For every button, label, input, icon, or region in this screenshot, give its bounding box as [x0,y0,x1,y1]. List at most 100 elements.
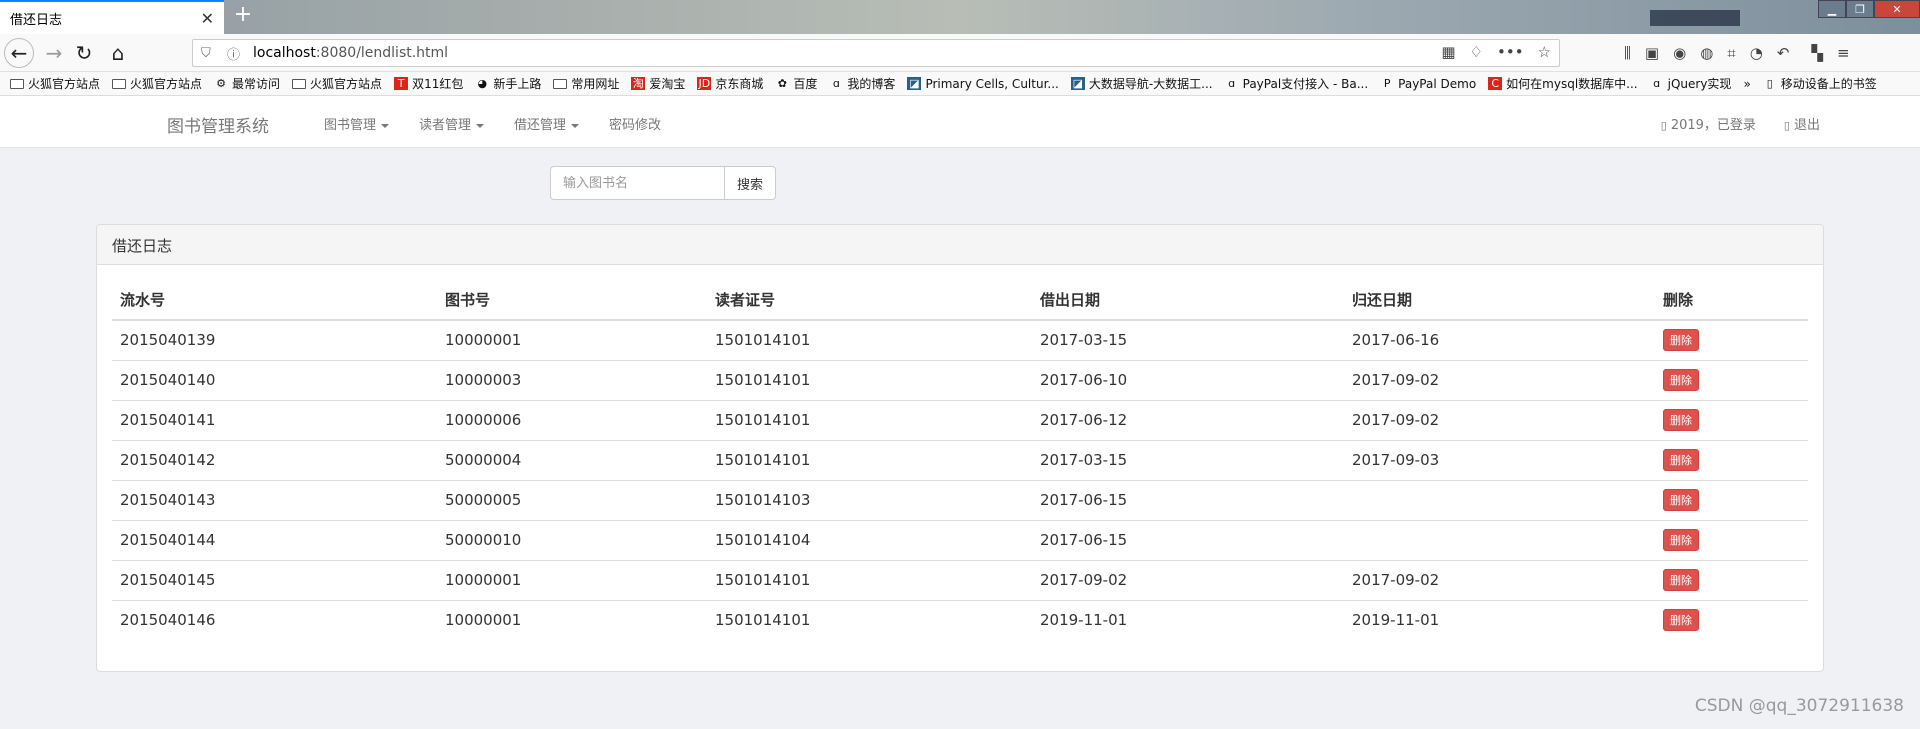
bookmark-item[interactable]: 火狐官方站点 [10,75,100,92]
bookmark-item[interactable]: » [1743,77,1750,91]
lightbulb-icon[interactable]: ♢ [1470,43,1483,61]
bookmark-item[interactable]: 火狐官方站点 [292,75,382,92]
bookmark-label: 京东商城 [715,77,764,91]
globe-icon[interactable]: ◍ [1700,44,1713,62]
bookmark-item[interactable]: ɑ PayPal支付接入 - Ba... [1225,75,1369,92]
search-button[interactable]: 搜索 [725,166,777,200]
folder-icon [553,78,568,89]
browser-tab[interactable]: 借还日志 ✕ [0,0,224,34]
column-header: 删除 [1655,280,1808,321]
delete-button[interactable]: 删除 [1663,449,1699,471]
delete-button[interactable]: 删除 [1663,529,1699,551]
blog-icon: ɑ [1653,77,1661,90]
delete-button[interactable]: 删除 [1663,409,1699,431]
reload-icon[interactable]: ↻ [70,39,98,67]
bookmark-item[interactable]: ▯ 移动设备上的书签 [1763,75,1877,92]
column-header: 图书号 [437,280,707,321]
window-close-icon[interactable]: ✕ [1874,0,1920,18]
bookmark-item[interactable]: T 双11红包 [394,75,463,92]
table-cell: 2015040143 [112,479,437,520]
forward-icon[interactable]: → [40,39,68,67]
bookmark-item[interactable]: JD 京东商城 [697,75,763,92]
bookmark-label: 新手上路 [493,77,542,91]
table-cell: 2017-06-12 [1032,399,1344,440]
table-cell: 1501014101 [707,439,1032,480]
sidebar-icon[interactable]: ▣ [1645,44,1659,62]
tmall-icon: T [394,77,409,90]
bookmark-item[interactable]: ◕ 新手上路 [475,75,542,92]
delete-button[interactable]: 删除 [1663,369,1699,391]
bookmark-item[interactable]: ✿ 百度 [775,75,818,92]
chat-icon[interactable]: ◔ [1750,44,1763,62]
new-tab-button[interactable]: + [232,4,254,28]
table-cell: 2017-06-15 [1032,479,1344,520]
delete-button[interactable]: 删除 [1663,329,1699,352]
table-cell: 2015040140 [112,359,437,400]
table-cell [1344,519,1655,560]
paypal-icon: P [1383,77,1391,90]
caret-down-icon [476,123,485,128]
bookmark-label: PayPal支付接入 - Ba... [1242,77,1369,91]
table-cell: 1501014101 [707,359,1032,400]
tab-close-icon[interactable]: ✕ [201,9,214,28]
column-header: 借出日期 [1032,280,1344,321]
logout-link[interactable]: ▯ 退出 [1784,114,1820,133]
browser-toolbar: ← → ↻ ⌂ ⛉ ⓘ localhost:8080/lendlist.html… [0,34,1920,72]
delete-button[interactable]: 删除 [1663,569,1699,591]
bookmark-item[interactable]: ◪ 大数据导航-大数据工... [1070,75,1213,92]
back-icon[interactable]: ← [4,38,34,68]
bookmark-item[interactable]: 火狐官方站点 [112,75,202,92]
bookmark-item[interactable]: ⚙ 最常访问 [214,75,280,92]
bookmark-label: Primary Cells, Cultur... [925,76,1059,91]
account-icon[interactable]: ◉ [1673,44,1686,62]
table-cell: 1501014101 [707,559,1032,600]
qr-code-icon[interactable]: ▦ [1441,43,1455,61]
menu-icon[interactable]: ≡ [1837,44,1850,62]
undo-icon[interactable]: ↶ [1777,44,1790,62]
minimize-icon[interactable]: ▁ [1818,0,1846,18]
search-input[interactable] [550,166,725,200]
table-cell: 50000004 [437,439,707,480]
menu-book-management[interactable]: 图书管理 [324,114,390,133]
baidu-icon: ✿ [777,77,788,90]
bookmark-label: » [1743,76,1751,91]
table-cell: 删除 [1655,319,1808,360]
home-icon[interactable]: ⌂ [104,39,132,67]
table-cell: 2017-09-02 [1344,399,1655,440]
bookmark-item[interactable]: P PayPal Demo [1380,77,1476,91]
menu-reader-management[interactable]: 读者管理 [419,114,485,133]
bookmark-item[interactable]: 淘爱淘宝 [631,75,685,92]
more-icon[interactable]: ••• [1497,43,1524,61]
maximize-icon[interactable]: ❐ [1846,0,1874,18]
bookmark-item[interactable]: 常用网址 [553,75,619,92]
table-cell: 2017-03-15 [1032,439,1344,480]
library-icon[interactable]: ⫼ [1624,44,1631,62]
address-bar[interactable]: ⛉ ⓘ localhost:8080/lendlist.html ▦ ♢ •••… [192,39,1560,67]
screenshot-icon[interactable]: ⌗ [1727,44,1735,62]
folder-icon [10,78,24,89]
app-brand[interactable]: 图书管理系统 [167,112,269,137]
shield-icon[interactable]: ⛉ [201,46,217,61]
bookmark-item[interactable]: ɑ 我的博客 [829,75,896,92]
user-status[interactable]: ▯ 2019，已登录 [1661,114,1756,133]
info-icon[interactable]: ⓘ [227,44,243,63]
caret-down-icon [381,123,390,128]
search-form: 搜索 [550,166,777,200]
extensions-icon[interactable]: ▚ [1811,44,1823,62]
table-cell: 2017-09-03 [1344,439,1655,480]
table-cell: 2015040145 [112,559,437,600]
bookmark-star-icon[interactable]: ☆ [1538,43,1551,61]
delete-button[interactable]: 删除 [1663,489,1699,511]
url-actions: ▦ ♢ ••• ☆ [1441,43,1551,61]
menu-lend-management[interactable]: 借还管理 [514,114,580,133]
table-cell: 删除 [1655,359,1808,400]
table-cell: 2017-09-02 [1032,559,1344,600]
bookmark-item[interactable]: ◪ Primary Cells, Cultur... [907,76,1059,91]
bookmarks-bar: 火狐官方站点 火狐官方站点 ⚙ 最常访问 火狐官方站点 T 双11红包 ◕ 新手上路 常用网址淘爱… [0,72,1920,96]
delete-button[interactable]: 删除 [1663,609,1699,632]
bookmark-item[interactable]: ɑ jQuery实现 [1650,75,1731,92]
bookmark-label: 最常访问 [232,77,281,91]
column-header: 归还日期 [1344,280,1655,321]
bookmark-item[interactable]: C 如何在mysql数据库中... [1488,75,1638,92]
menu-password-change[interactable]: 密码修改 [609,114,661,133]
